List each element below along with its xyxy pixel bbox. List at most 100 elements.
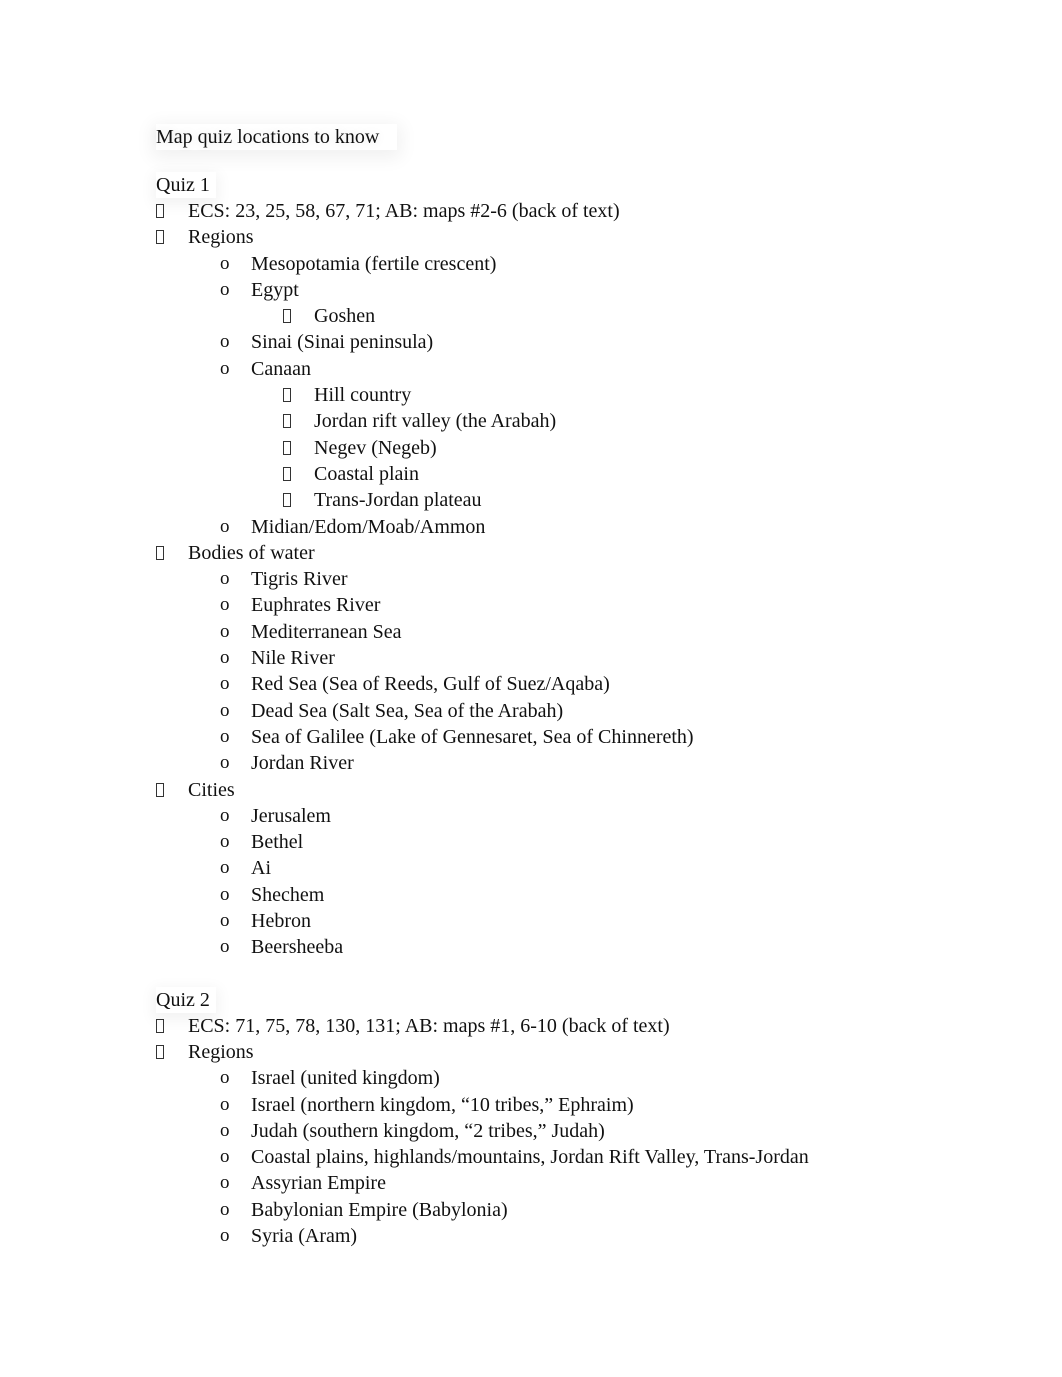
missing-glyph-bullet-icon <box>283 408 291 434</box>
circle-bullet-icon: o <box>220 1067 230 1089</box>
circle-bullet-icon: o <box>220 831 230 853</box>
list-item: Cities <box>156 777 956 803</box>
list-item: o Coastal plains, highlands/mountains, Jo… <box>156 1144 956 1170</box>
box-glyph-icon <box>156 204 164 218</box>
list-item-text: ECS: 71, 75, 78, 130, 131; AB: maps #1, … <box>188 1014 670 1037</box>
list-item: Regions <box>156 224 956 250</box>
circle-bullet-icon: o <box>220 857 230 879</box>
list-item-text: Red Sea (Sea of Reeds, Gulf of Suez/Aqab… <box>251 673 610 696</box>
list-item: o Shechem <box>156 882 956 908</box>
list-item-text: Mesopotamia (fertile crescent) <box>251 252 497 275</box>
circle-bullet-icon: o <box>220 620 230 642</box>
missing-glyph-bullet-icon <box>283 487 291 513</box>
list-item-text: Shechem <box>251 883 325 906</box>
list-item-text: Syria (Aram) <box>251 1224 358 1247</box>
list-item: o Syria (Aram) <box>156 1223 956 1249</box>
list-item-text: Canaan <box>251 357 311 380</box>
missing-glyph-bullet-icon <box>283 303 291 329</box>
list-item: o Babylonian Empire (Babylonia) <box>156 1197 956 1223</box>
list-item: o Nile River <box>156 645 956 671</box>
circle-bullet-icon: o <box>220 357 230 379</box>
circle-bullet-icon: o <box>220 910 230 932</box>
list-item-text: Trans-Jordan plateau <box>314 489 482 512</box>
circle-bullet-icon: o <box>220 252 230 274</box>
list-item: o Hebron <box>156 908 956 934</box>
box-glyph-icon <box>156 230 164 245</box>
list-item: o Sea of Galilee (Lake of Gennesaret, Sea… <box>156 724 956 750</box>
list-item-text: Bodies of water <box>188 541 315 564</box>
list-item: o Israel (united kingdom) <box>156 1065 956 1091</box>
box-glyph-icon <box>283 414 291 429</box>
quiz-section: Quiz 1 ECS: 23, 25, 58, 67, 71; AB: maps … <box>156 172 956 961</box>
list-item-text: Sea of Galilee (Lake of Gennesaret, Sea … <box>251 725 694 748</box>
list-item-text: Midian/Edom/Moab/Ammon <box>251 515 486 538</box>
circle-bullet-icon: o <box>220 1119 230 1141</box>
list-item-text: Coastal plains, highlands/mountains, Jor… <box>251 1146 809 1169</box>
circle-bullet-icon: o <box>220 804 230 826</box>
list-item: Negev (Negeb) <box>156 435 956 461</box>
box-glyph-icon <box>156 1018 164 1033</box>
circle-bullet-icon: o <box>220 1146 230 1168</box>
list-item-text: Beersheeba <box>251 936 344 959</box>
circle-bullet-icon: o <box>220 278 230 300</box>
circle-bullet-icon: o <box>220 699 230 721</box>
list-item-text: Israel (northern kingdom, “10 tribes,” E… <box>251 1093 634 1116</box>
missing-glyph-bullet-icon <box>283 382 291 408</box>
list-item: Coastal plain <box>156 461 956 487</box>
box-glyph-icon <box>156 782 164 797</box>
box-glyph-icon <box>283 493 291 508</box>
list-item: o Assyrian Empire <box>156 1170 956 1196</box>
document-page: Map quiz locations to know Quiz 1 ECS: 23… <box>156 124 956 1275</box>
circle-bullet-icon: o <box>220 883 230 905</box>
list-item-text: Hebron <box>251 910 311 933</box>
missing-glyph-bullet-icon <box>156 224 164 250</box>
circle-bullet-icon: o <box>220 936 230 958</box>
circle-bullet-icon: o <box>220 1224 230 1246</box>
list-item: o Midian/Edom/Moab/Ammon <box>156 514 956 540</box>
list-item: o Ai <box>156 855 956 881</box>
circle-bullet-icon: o <box>220 752 230 774</box>
list-item: Hill country <box>156 382 956 408</box>
quiz-list: Quiz 1 ECS: 23, 25, 58, 67, 71; AB: maps … <box>156 172 956 1249</box>
circle-bullet-icon: o <box>220 594 230 616</box>
list-item-text: Judah (southern kingdom, “2 tribes,” Jud… <box>251 1119 605 1142</box>
list-item-text: Jordan River <box>251 752 354 775</box>
list-item: ECS: 71, 75, 78, 130, 131; AB: maps #1, … <box>156 1013 956 1039</box>
quiz-section: Quiz 2 ECS: 71, 75, 78, 130, 131; AB: map… <box>156 987 956 1250</box>
box-glyph-icon <box>283 309 291 324</box>
list-item-text: Bethel <box>251 831 304 854</box>
list-item: o Red Sea (Sea of Reeds, Gulf of Suez/Aqa… <box>156 671 956 697</box>
box-glyph-icon <box>283 388 291 403</box>
list-item: o Bethel <box>156 829 956 855</box>
list-item-text: Negev (Negeb) <box>314 436 437 459</box>
quiz-heading: Quiz 1 <box>156 172 216 198</box>
box-glyph-icon <box>156 545 164 560</box>
missing-glyph-bullet-icon <box>156 540 164 566</box>
list-item: o Euphrates River <box>156 592 956 618</box>
document-title: Map quiz locations to know <box>156 124 397 150</box>
list-item: o Egypt <box>156 277 956 303</box>
circle-bullet-icon: o <box>220 673 230 695</box>
list-item-text: Israel (united kingdom) <box>251 1067 440 1090</box>
list-item-text: Goshen <box>314 305 376 328</box>
list-item: o Jerusalem <box>156 803 956 829</box>
list-item-text: Egypt <box>251 278 299 301</box>
list-item: o Israel (northern kingdom, “10 tribes,” … <box>156 1092 956 1118</box>
list-item-text: Jerusalem <box>251 804 331 827</box>
circle-bullet-icon: o <box>220 1198 230 1220</box>
list-item: Bodies of water <box>156 540 956 566</box>
list-item-text: Dead Sea (Salt Sea, Sea of the Arabah) <box>251 699 564 722</box>
list-item: o Tigris River <box>156 566 956 592</box>
missing-glyph-bullet-icon <box>156 1013 164 1039</box>
list-item-text: Babylonian Empire (Babylonia) <box>251 1198 508 1221</box>
list-item: o Judah (southern kingdom, “2 tribes,” Ju… <box>156 1118 956 1144</box>
list-item: o Sinai (Sinai peninsula) <box>156 329 956 355</box>
list-item: Goshen <box>156 303 956 329</box>
box-glyph-icon <box>283 440 291 455</box>
list-item-text: Nile River <box>251 647 335 670</box>
box-glyph-icon <box>283 466 291 481</box>
list-item: o Mesopotamia (fertile crescent) <box>156 251 956 277</box>
missing-glyph-bullet-icon <box>283 461 291 487</box>
list-item: Trans-Jordan plateau <box>156 487 956 513</box>
missing-glyph-bullet-icon <box>156 1039 164 1065</box>
